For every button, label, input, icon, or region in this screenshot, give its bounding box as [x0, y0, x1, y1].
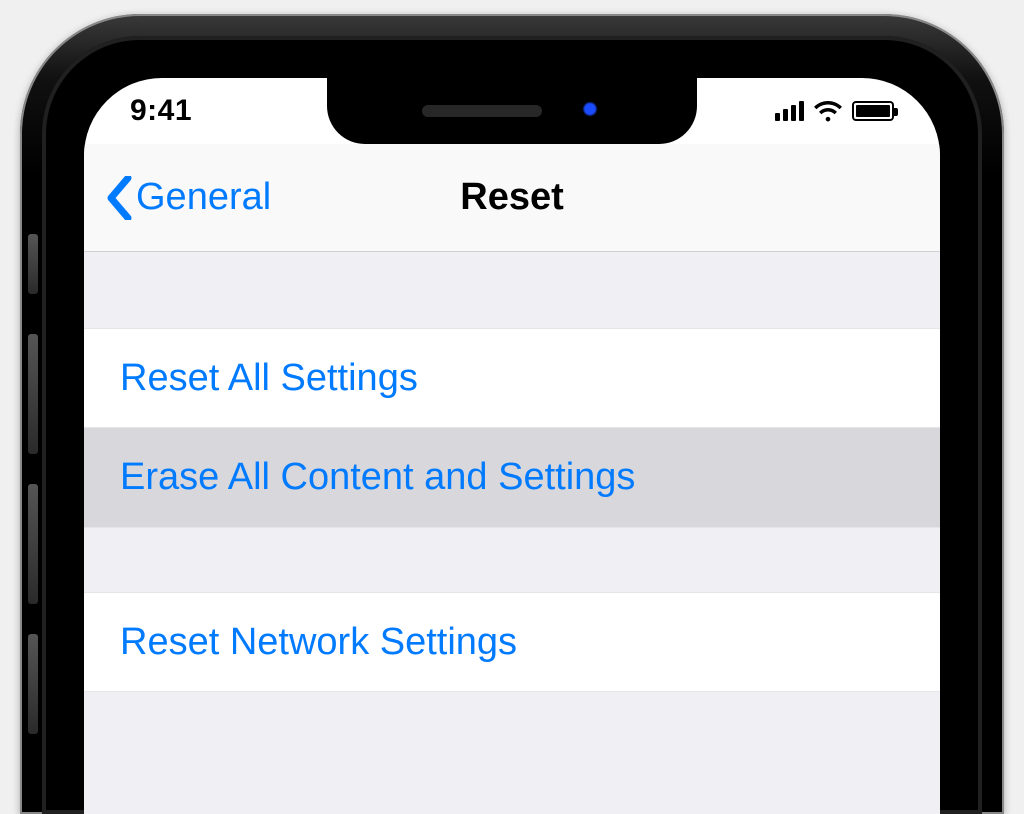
status-indicators: [775, 100, 894, 122]
cell-label: Reset Network Settings: [120, 621, 517, 664]
navigation-bar: General Reset: [84, 144, 940, 252]
reset-network-settings-cell[interactable]: Reset Network Settings: [84, 592, 940, 692]
section-spacer: [84, 528, 940, 592]
cellular-signal-icon: [775, 101, 804, 121]
chevron-left-icon: [106, 176, 132, 220]
phone-side-button: [28, 484, 38, 604]
cell-label: Erase All Content and Settings: [120, 456, 635, 499]
phone-frame: 9:41 General Re: [20, 14, 1004, 814]
front-camera: [582, 101, 602, 121]
section-spacer: [84, 252, 940, 328]
phone-side-button: [28, 334, 38, 454]
phone-side-button: [28, 634, 38, 734]
erase-all-content-cell[interactable]: Erase All Content and Settings: [84, 428, 940, 528]
battery-icon: [852, 101, 894, 121]
status-time: 9:41: [130, 94, 192, 128]
screen: 9:41 General Re: [84, 78, 940, 814]
notch: [327, 78, 697, 144]
phone-bezel: 9:41 General Re: [42, 36, 982, 814]
back-button[interactable]: General: [106, 176, 271, 220]
phone-side-button: [28, 234, 38, 294]
speaker-grille: [422, 105, 542, 117]
page-title: Reset: [460, 176, 564, 219]
reset-all-settings-cell[interactable]: Reset All Settings: [84, 328, 940, 428]
cell-label: Reset All Settings: [120, 357, 418, 400]
content-area: Reset All Settings Erase All Content and…: [84, 252, 940, 814]
back-label: General: [136, 176, 271, 219]
wifi-icon: [814, 100, 842, 122]
